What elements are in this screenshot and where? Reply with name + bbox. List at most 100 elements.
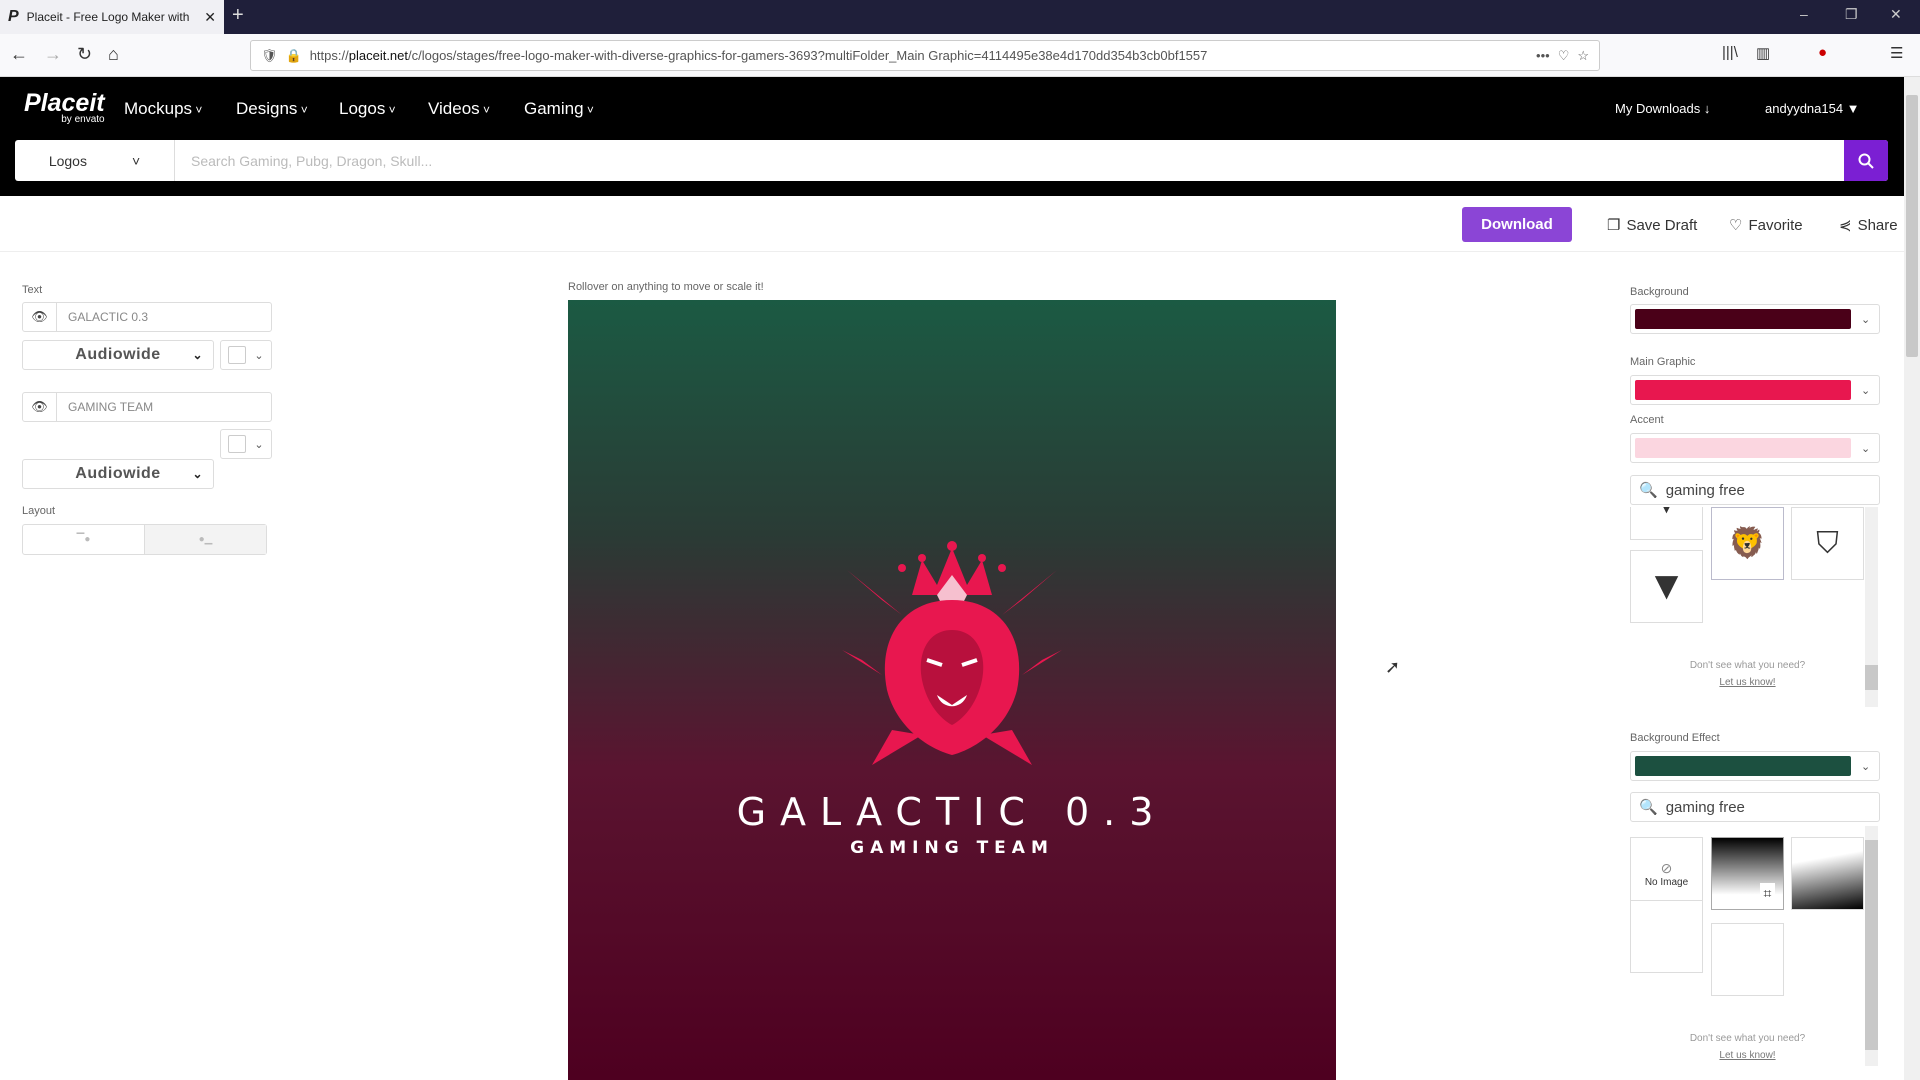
category-select[interactable]: Logos ˅ bbox=[15, 140, 175, 181]
text-color-picker-1[interactable]: ⌄ bbox=[220, 340, 272, 370]
new-tab-button[interactable]: + bbox=[232, 4, 244, 27]
page-scrollbar-thumb[interactable] bbox=[1906, 95, 1918, 357]
logo-subtitle[interactable]: GAMING TEAM bbox=[568, 838, 1336, 858]
back-icon[interactable]: ← bbox=[10, 44, 28, 65]
more-icon[interactable]: ••• bbox=[1536, 48, 1550, 63]
no-image-label: No Image bbox=[1644, 876, 1689, 888]
browser-tab[interactable]: P Placeit - Free Logo Maker with ✕ bbox=[0, 0, 224, 34]
main-graphic-color-select[interactable]: ⌄ bbox=[1630, 375, 1880, 405]
layout-label: Layout bbox=[22, 505, 56, 517]
help-message: Don't see what you need? bbox=[1689, 1033, 1806, 1044]
tab-title: Placeit - Free Logo Maker with bbox=[26, 10, 190, 24]
crop-icon[interactable]: ⌗ bbox=[1759, 883, 1776, 904]
lion-crown-graphic[interactable] bbox=[842, 540, 1062, 770]
graphic-thumbnail[interactable]: ▼ bbox=[1630, 507, 1703, 540]
save-draft-button[interactable]: ❐ Save Draft bbox=[1607, 216, 1697, 235]
let-us-know-link[interactable]: Let us know! bbox=[1630, 1047, 1865, 1064]
background-effect-label: Background Effect bbox=[1630, 732, 1720, 744]
eye-icon[interactable]: 👁 bbox=[23, 303, 57, 331]
close-tab-icon[interactable]: ✕ bbox=[204, 9, 216, 26]
download-button[interactable]: Download bbox=[1462, 207, 1572, 242]
text-input-2[interactable]: 👁 GAMING TEAM bbox=[22, 392, 272, 422]
shield-icon: 🛡 bbox=[261, 47, 278, 63]
menu-icon[interactable]: ☰ bbox=[1890, 44, 1903, 62]
mouse-cursor-icon: ➚ bbox=[1385, 657, 1401, 677]
pocket-icon[interactable]: ♡ bbox=[1558, 48, 1570, 64]
help-text: Don't see what you need? Let us know! bbox=[1630, 657, 1865, 691]
effect-thumbnail-selected[interactable]: ⌗ bbox=[1711, 837, 1784, 910]
eye-icon[interactable]: 👁 bbox=[23, 393, 57, 421]
main-graphic-label: Main Graphic bbox=[1630, 356, 1696, 368]
adblock-icon[interactable]: ● bbox=[1818, 44, 1827, 61]
text-value: GAMING TEAM bbox=[68, 400, 154, 414]
graphic-results-scrollbar[interactable] bbox=[1865, 507, 1878, 707]
reload-icon[interactable]: ↻ bbox=[77, 44, 92, 65]
color-swatch bbox=[228, 435, 247, 453]
layout-icon-bottom-option[interactable]: ●▁ bbox=[144, 525, 266, 554]
favorite-label: Favorite bbox=[1748, 216, 1803, 234]
help-text-2: Don't see what you need? Let us know! bbox=[1630, 1030, 1865, 1064]
accent-label: Accent bbox=[1630, 414, 1664, 426]
background-color-select[interactable]: ⌄ bbox=[1630, 304, 1880, 334]
favorite-button[interactable]: ♡ Favorite bbox=[1729, 216, 1803, 235]
close-window-button[interactable]: ✕ bbox=[1890, 6, 1902, 23]
nav-gaming[interactable]: Gaming bbox=[524, 99, 594, 119]
url-prefix: https:// bbox=[309, 48, 349, 63]
url-bar[interactable]: 🛡 🔒 https://placeit.net/c/logos/stages/fr… bbox=[250, 40, 1600, 71]
restore-button[interactable]: ❐ bbox=[1845, 6, 1858, 23]
graphic-thumbnail-selected[interactable]: 🦁 bbox=[1711, 507, 1784, 580]
search-icon: 🔍 bbox=[1639, 482, 1658, 499]
search-input[interactable] bbox=[175, 140, 1844, 181]
my-downloads-link[interactable]: My Downloads ↓ bbox=[1615, 101, 1710, 116]
effect-search-input[interactable]: 🔍 gaming free bbox=[1630, 792, 1880, 822]
search-button[interactable] bbox=[1844, 140, 1888, 181]
home-icon[interactable]: ⌂ bbox=[108, 44, 119, 65]
nav-designs[interactable]: Designs bbox=[236, 99, 308, 119]
effect-thumbnail[interactable] bbox=[1630, 900, 1703, 973]
help-message: Don't see what you need? bbox=[1689, 660, 1806, 671]
sidebar-icon[interactable]: ▥ bbox=[1756, 44, 1770, 62]
graphic-thumbnail[interactable]: ⛉ bbox=[1791, 507, 1864, 580]
background-effect-color-select[interactable]: ⌄ bbox=[1630, 751, 1880, 781]
effect-thumbnail[interactable] bbox=[1711, 923, 1784, 996]
chevron-down-icon: ⌄ bbox=[192, 348, 203, 362]
minimize-button[interactable]: – bbox=[1800, 6, 1808, 22]
chevron-down-icon: ⌄ bbox=[192, 467, 203, 481]
accent-color-select[interactable]: ⌄ bbox=[1630, 433, 1880, 463]
chevron-down-icon: ⌄ bbox=[1861, 313, 1871, 326]
color-swatch bbox=[1635, 309, 1851, 329]
effect-search-value: gaming free bbox=[1665, 798, 1745, 816]
nav-videos[interactable]: Videos bbox=[428, 99, 490, 119]
effect-thumbnail[interactable] bbox=[1791, 837, 1864, 910]
font-select-2[interactable]: Audiowide ⌄ bbox=[22, 459, 214, 489]
chevron-down-icon: ⌄ bbox=[254, 438, 264, 451]
layout-icon-top-option[interactable]: ▔● bbox=[23, 525, 144, 554]
color-swatch bbox=[1635, 438, 1851, 458]
forward-icon[interactable]: → bbox=[44, 44, 62, 65]
logo-canvas[interactable]: GALACTIC 0.3 GAMING TEAM bbox=[568, 300, 1336, 1080]
bookmark-star-icon[interactable]: ☆ bbox=[1577, 48, 1589, 64]
nav-logos[interactable]: Logos bbox=[339, 99, 396, 119]
font-value: Audiowide bbox=[75, 346, 161, 363]
effect-results-scrollbar[interactable] bbox=[1865, 826, 1878, 1066]
lock-icon: 🔒 bbox=[285, 47, 302, 63]
share-button[interactable]: ⋞ Share bbox=[1839, 216, 1898, 235]
let-us-know-link[interactable]: Let us know! bbox=[1630, 674, 1865, 691]
chevron-down-icon: ⌄ bbox=[254, 349, 264, 362]
user-menu[interactable]: andyydna154 ▼ bbox=[1765, 101, 1860, 116]
font-select-1[interactable]: Audiowide ⌄ bbox=[22, 340, 214, 370]
text-color-picker-2[interactable]: ⌄ bbox=[220, 429, 272, 459]
text-input-1[interactable]: 👁 GALACTIC 0.3 bbox=[22, 302, 272, 332]
logo-text: Placeit bbox=[24, 89, 105, 117]
library-icon[interactable]: |||\ bbox=[1722, 44, 1738, 61]
color-swatch bbox=[228, 346, 247, 364]
graphic-search-input[interactable]: 🔍 gaming free bbox=[1630, 475, 1880, 505]
logo-title[interactable]: GALACTIC 0.3 bbox=[568, 790, 1336, 834]
placeit-logo[interactable]: Placeit by envato bbox=[24, 89, 105, 126]
text-value: GALACTIC 0.3 bbox=[68, 310, 149, 324]
copy-icon: ❐ bbox=[1607, 217, 1621, 234]
search-icon: 🔍 bbox=[1639, 799, 1658, 816]
graphic-thumbnail[interactable]: ▼ bbox=[1630, 550, 1703, 623]
share-icon: ⋞ bbox=[1839, 217, 1852, 234]
nav-mockups[interactable]: Mockups bbox=[124, 99, 202, 119]
